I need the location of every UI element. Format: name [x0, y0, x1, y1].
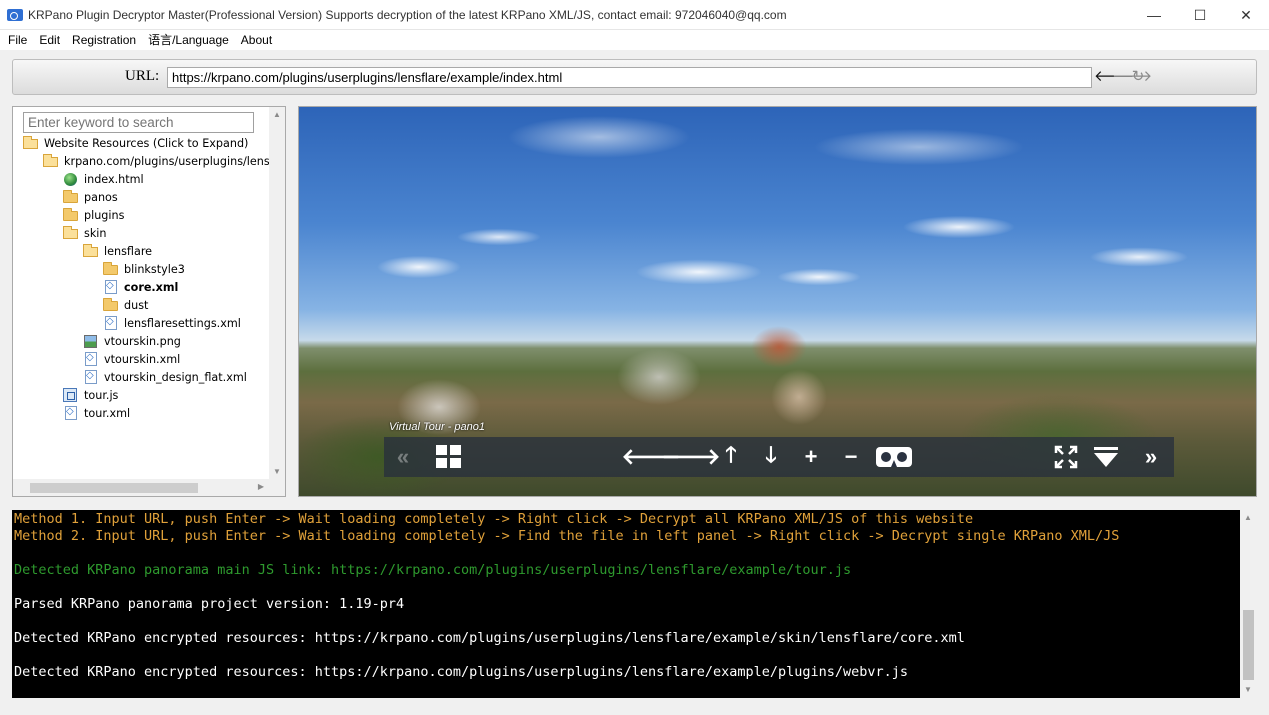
- tree-item-core-xml[interactable]: core.xml: [103, 278, 178, 296]
- tour-control-bar: « 🡐 🡒 🡑 🡓 + − »: [384, 437, 1174, 477]
- xml-file-icon: [65, 406, 77, 420]
- folder-open-icon: [83, 244, 98, 257]
- log-line: Parsed KRPano panorama project version: …: [14, 596, 405, 612]
- xml-file-icon: [85, 352, 97, 366]
- scroll-down-icon[interactable]: ▼: [1240, 682, 1256, 698]
- scroll-up-icon[interactable]: ▲: [269, 107, 285, 123]
- folder-open-icon: [23, 136, 38, 149]
- tree-item-tour-xml[interactable]: tour.xml: [63, 404, 130, 422]
- close-button[interactable]: ✕: [1223, 0, 1269, 30]
- scroll-right-icon[interactable]: ▶: [253, 479, 269, 495]
- tree-item-panos[interactable]: panos: [63, 188, 118, 206]
- tree-horizontal-scrollbar[interactable]: ▶: [13, 479, 269, 496]
- tree-item-plugins[interactable]: plugins: [63, 206, 124, 224]
- minimize-button[interactable]: —: [1131, 0, 1177, 30]
- url-label: URL:: [125, 68, 160, 84]
- thumbnails-grid-icon[interactable]: [434, 443, 464, 471]
- url-toolbar: URL: 🡐 🡒 ↻: [12, 59, 1257, 95]
- horizontal-scroll-thumb[interactable]: [30, 483, 198, 493]
- tour-title: Virtual Tour - pano1: [389, 421, 486, 433]
- tree-item-skin[interactable]: skin: [63, 224, 107, 242]
- next-scene-icon[interactable]: »: [1136, 443, 1166, 471]
- scroll-up-icon[interactable]: ▲: [1240, 510, 1256, 526]
- tree-item-dust[interactable]: dust: [103, 296, 148, 314]
- maximize-button[interactable]: ☐: [1177, 0, 1223, 30]
- menu-registration[interactable]: Registration: [66, 30, 142, 50]
- log-console[interactable]: Method 1. Input URL, push Enter -> Wait …: [12, 510, 1257, 698]
- vr-headset-icon[interactable]: [876, 443, 912, 471]
- js-file-icon: [63, 388, 77, 402]
- tree-item-blinkstyle3[interactable]: blinkstyle3: [103, 260, 185, 278]
- url-input[interactable]: [167, 67, 1092, 88]
- arrow-right-icon[interactable]: 🡒: [662, 443, 721, 471]
- xml-file-icon: [105, 316, 117, 330]
- html-file-icon: [64, 172, 77, 186]
- menu-file[interactable]: File: [2, 30, 33, 50]
- folder-icon: [63, 190, 78, 203]
- console-scroll-thumb[interactable]: [1243, 610, 1254, 680]
- log-line: Detected KRPano panorama main JS link: h…: [14, 562, 852, 578]
- log-line: Detected KRPano encrypted resources: htt…: [14, 630, 965, 646]
- arrow-up-icon[interactable]: 🡑: [716, 442, 746, 471]
- xml-file-icon: [85, 370, 97, 384]
- window-title: KRPano Plugin Decryptor Master(Professio…: [28, 7, 787, 22]
- tree-item-vtourskin-xml[interactable]: vtourskin.xml: [83, 350, 180, 368]
- resource-tree-panel: Website Resources (Click to Expand) krpa…: [12, 106, 286, 497]
- previous-scene-icon[interactable]: «: [388, 443, 418, 471]
- log-line: Detected KRPano encrypted resources: htt…: [14, 664, 909, 680]
- folder-icon: [103, 298, 118, 311]
- tree-item-lensflare[interactable]: lensflare: [83, 242, 152, 260]
- zoom-out-icon[interactable]: −: [836, 443, 866, 471]
- back-arrow-icon[interactable]: 🡐: [1094, 67, 1134, 87]
- tree-item-tour-js[interactable]: tour.js: [63, 386, 118, 404]
- scrollbar-corner: [269, 479, 285, 496]
- tree-item-index-html[interactable]: index.html: [63, 170, 144, 188]
- log-line: Method 1. Input URL, push Enter -> Wait …: [14, 511, 974, 527]
- tree-item-domain[interactable]: krpano.com/plugins/userplugins/lens: [43, 152, 269, 170]
- tree-item-lensflaresettings-xml[interactable]: lensflaresettings.xml: [103, 314, 241, 332]
- fullscreen-icon[interactable]: [1051, 443, 1081, 471]
- folder-open-icon: [63, 226, 78, 239]
- window-controls: — ☐ ✕: [1131, 0, 1269, 30]
- console-scrollbar[interactable]: ▲ ▼: [1240, 510, 1257, 698]
- arrow-down-icon[interactable]: 🡓: [756, 442, 786, 471]
- panorama-viewer[interactable]: Virtual Tour - pano1 « 🡐 🡒 🡑 🡓 + − »: [298, 106, 1257, 497]
- menu-bar: File Edit Registration 语言/Language About: [0, 30, 1269, 50]
- menu-edit[interactable]: Edit: [33, 30, 66, 50]
- title-bar: KRPano Plugin Decryptor Master(Professio…: [0, 0, 1269, 30]
- folder-icon: [103, 262, 118, 275]
- hide-controls-icon[interactable]: [1091, 443, 1121, 471]
- tree-item-vtourskin-png[interactable]: vtourskin.png: [83, 332, 181, 350]
- folder-open-icon: [43, 154, 58, 167]
- menu-language[interactable]: 语言/Language: [142, 30, 235, 50]
- tree-vertical-scrollbar[interactable]: ▲ ▼: [269, 107, 285, 480]
- app-icon: [7, 8, 23, 21]
- zoom-in-icon[interactable]: +: [796, 443, 826, 471]
- log-line: Method 2. Input URL, push Enter -> Wait …: [14, 528, 1120, 544]
- menu-about[interactable]: About: [235, 30, 278, 50]
- forward-arrow-icon[interactable]: 🡒: [1112, 67, 1152, 87]
- resource-tree: Website Resources (Click to Expand) krpa…: [13, 133, 269, 478]
- tree-search-input[interactable]: [23, 112, 254, 133]
- refresh-icon[interactable]: ↻: [1129, 67, 1147, 87]
- tree-item-website-resources[interactable]: Website Resources (Click to Expand): [23, 134, 248, 152]
- scroll-down-icon[interactable]: ▼: [269, 464, 285, 480]
- image-file-icon: [84, 334, 97, 348]
- xml-file-icon: [105, 280, 117, 294]
- folder-icon: [63, 208, 78, 221]
- tree-item-vtourskin-design-flat-xml[interactable]: vtourskin_design_flat.xml: [83, 368, 247, 386]
